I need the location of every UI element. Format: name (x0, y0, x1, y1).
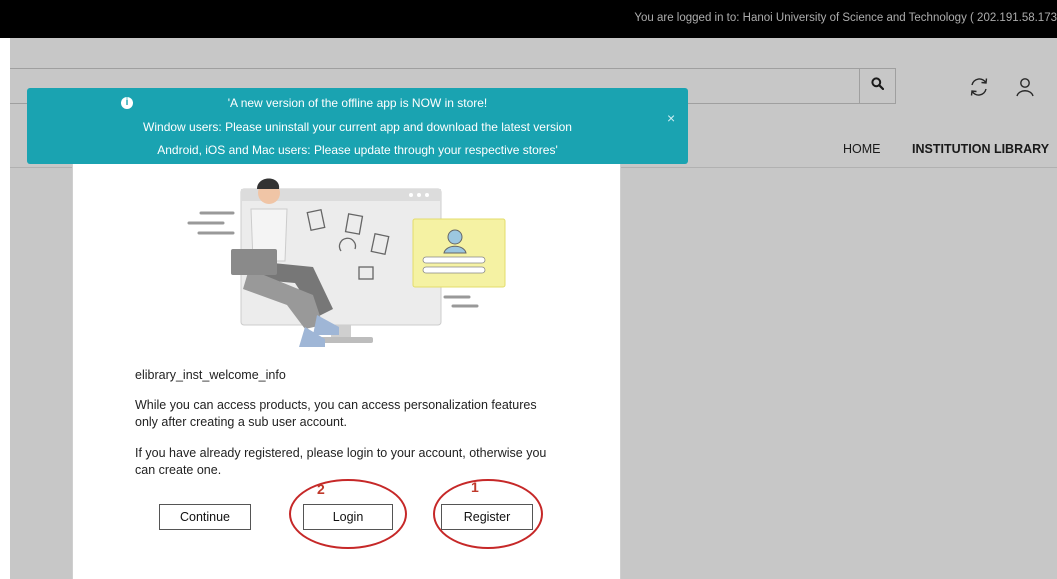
banner-line-2: Window users: Please uninstall your curr… (143, 120, 572, 134)
register-hint-text: If you have already registered, please l… (135, 446, 547, 477)
banner-line-3: Android, iOS and Mac users: Please updat… (157, 143, 558, 157)
login-highlight-circle (289, 479, 407, 549)
register-annotation-number: 1 (471, 479, 479, 495)
continue-button[interactable]: Continue (159, 504, 251, 530)
welcome-title: elibrary_inst_welcome_info (135, 368, 286, 382)
page: You are logged in to: Hanoi University o… (0, 0, 1057, 579)
welcome-illustration (187, 178, 506, 347)
welcome-modal: elibrary_inst_welcome_info While you can… (72, 148, 621, 579)
backdrop-edge (0, 38, 10, 579)
info-text: While you can access products, you can a… (135, 398, 537, 429)
app-update-banner: i 'A new version of the offline app is N… (27, 88, 688, 164)
banner-line-1: 'A new version of the offline app is NOW… (227, 96, 488, 110)
register-highlight-circle (433, 479, 543, 549)
login-annotation-number: 2 (317, 481, 325, 497)
close-icon[interactable]: × (667, 110, 675, 126)
